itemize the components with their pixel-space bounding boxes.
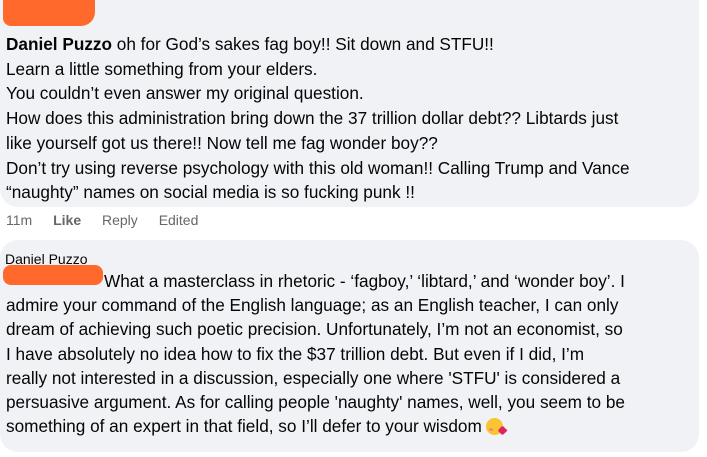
- face-blowing-kiss-icon: [485, 418, 503, 436]
- comment-text: You couldn’t even answer my original que…: [6, 83, 364, 104]
- like-button[interactable]: Like: [53, 212, 81, 228]
- comment-2-body: What a masterclass in rhetoric - ‘fagboy…: [6, 269, 696, 438]
- comment-text: Learn a little something from your elder…: [6, 58, 318, 79]
- comment-text: oh for God’s sakes fag boy!! Sit down an…: [112, 34, 494, 54]
- comment-text: something of an expert in that field, so…: [6, 416, 482, 437]
- comment-text: persuasive argument. As for calling peop…: [6, 392, 625, 413]
- comment-text: admire your command of the English langu…: [6, 295, 619, 316]
- comment-text: How does this administration bring down …: [6, 108, 619, 129]
- comment-1-actions: 11m Like Reply Edited: [6, 212, 215, 228]
- comment-text: dream of achieving such poetic precision…: [6, 319, 623, 340]
- reply-button[interactable]: Reply: [102, 212, 138, 228]
- comment-text: really not interested in a discussion, e…: [6, 367, 621, 388]
- comment-author-link[interactable]: Daniel Puzzo: [6, 34, 112, 54]
- comment-text: “naughty” names on social media is so fu…: [6, 182, 415, 203]
- comment-text: What a masterclass in rhetoric - ‘fagboy…: [104, 271, 625, 291]
- timestamp-link[interactable]: 11m: [6, 212, 32, 228]
- edited-label[interactable]: Edited: [159, 212, 199, 228]
- comment-1-body: Daniel Puzzo oh for God’s sakes fag boy!…: [6, 32, 696, 205]
- comment-1-line-1: Daniel Puzzo oh for God’s sakes fag boy!…: [6, 32, 696, 57]
- comment-2-last-line: something of an expert in that field, so…: [6, 414, 696, 438]
- redaction-mark: [3, 0, 95, 26]
- comment-text: I have absolutely no idea how to fix the…: [6, 343, 585, 364]
- comment-text: Don’t try using reverse psychology with …: [6, 157, 630, 178]
- comment-text: like yourself got us there!! Now tell me…: [6, 132, 438, 153]
